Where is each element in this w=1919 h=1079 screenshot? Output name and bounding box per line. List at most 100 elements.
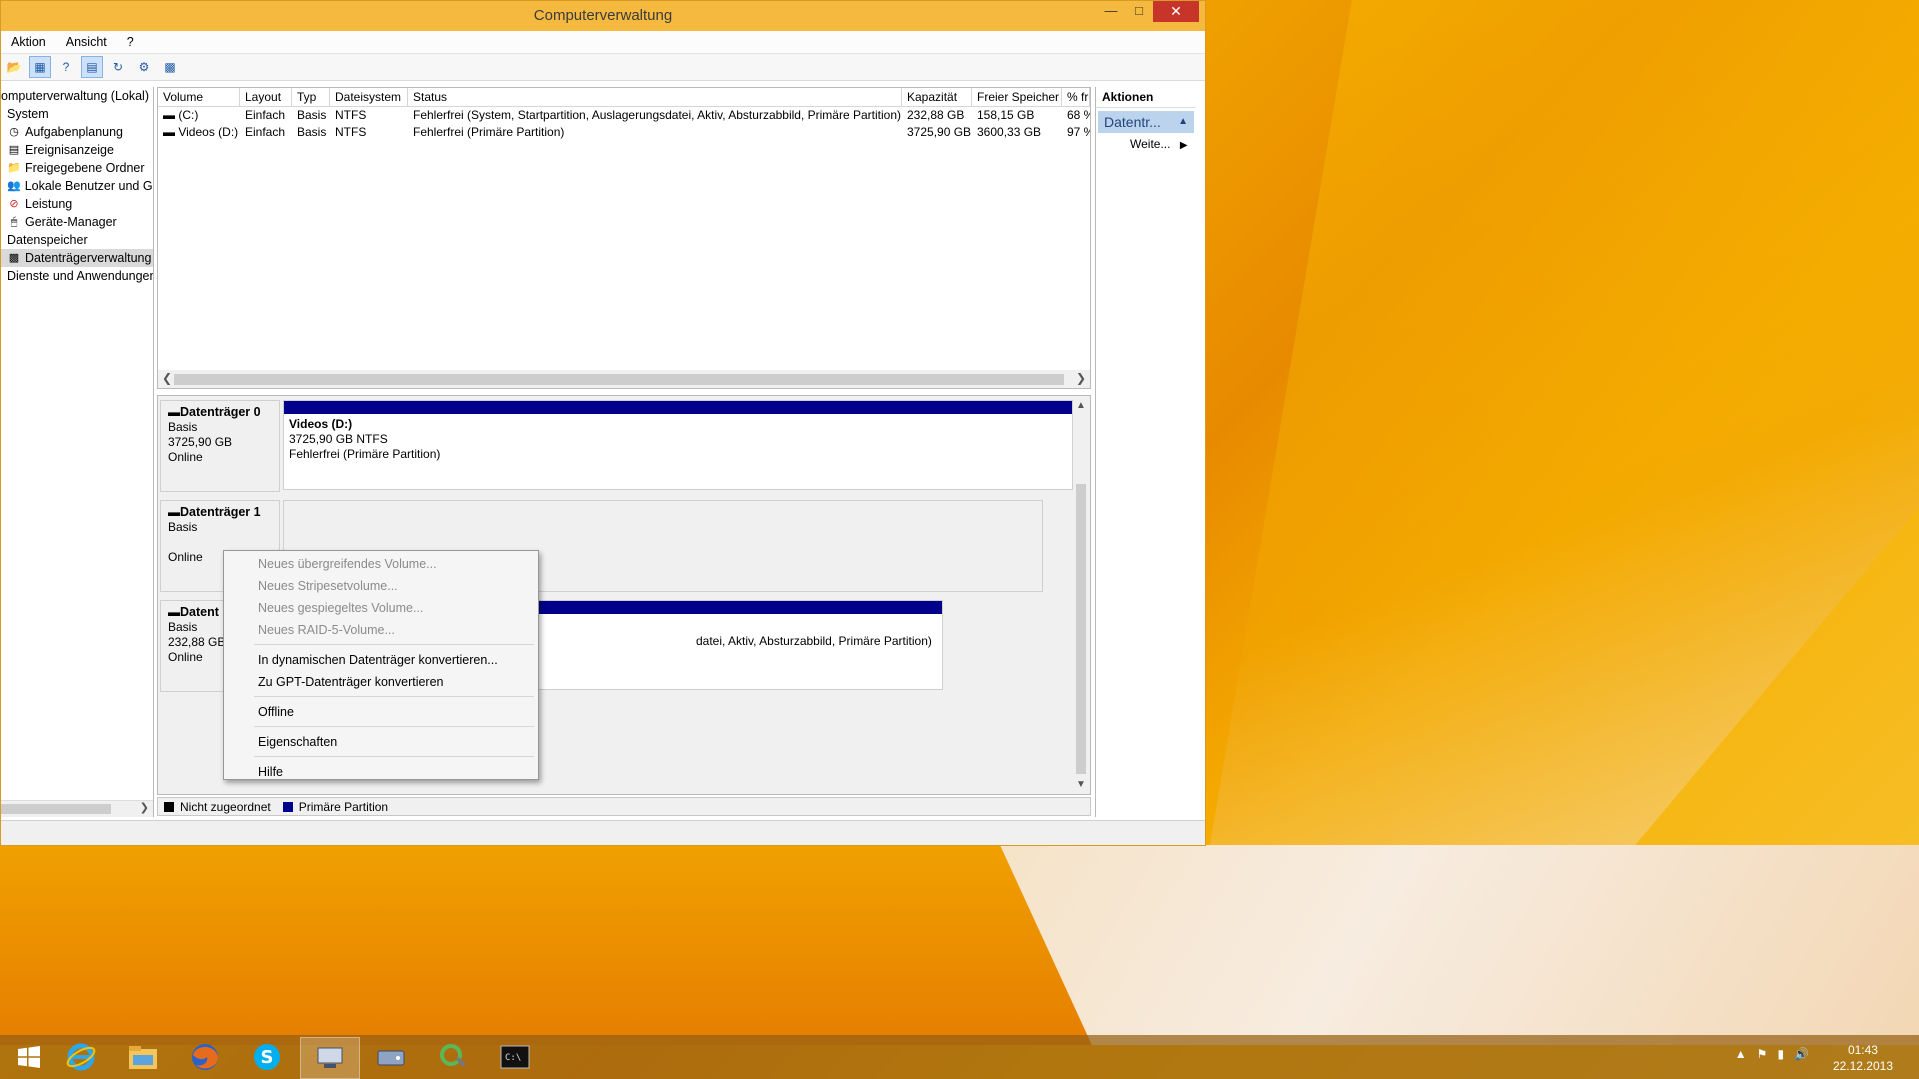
scroll-thumb[interactable] [1076,484,1086,774]
computer-management-taskbar-icon[interactable] [300,1037,360,1079]
chevron-right-icon[interactable]: ❯ [140,801,149,814]
menu-new-raid5-volume[interactable]: Neues RAID-5-Volume... [224,619,538,641]
legend: Nicht zugeordnet Primäre Partition [157,797,1091,816]
close-button[interactable]: ✕ [1153,1,1199,22]
action-pane-icon[interactable]: ▤ [81,56,103,78]
chevron-right-icon: ▶ [1179,140,1188,151]
primary-swatch [282,801,293,812]
col-capacity[interactable]: Kapazität [902,88,972,106]
svg-text:C:\: C:\ [505,1053,521,1063]
system-tray: ▲ ⚑ ▮ 🔊 [1735,1047,1809,1061]
skype-icon[interactable]: S [238,1037,296,1077]
device-manager-icon: 🖱 [10,216,18,228]
minimize-button[interactable]: — [1097,1,1125,23]
drive-icon: ▬ [163,125,175,139]
firefox-icon[interactable] [176,1037,234,1077]
col-percent-free[interactable]: % fre [1062,88,1090,106]
collapse-icon[interactable]: ▲ [1178,111,1188,133]
tree-disk-management[interactable]: ▩ Datenträgerverwaltung [1,249,153,267]
actions-more[interactable]: Weite... ▶ [1096,135,1196,153]
file-explorer-icon[interactable] [114,1037,172,1077]
tree-task-scheduler[interactable]: ◷ Aufgabenplanung [1,123,153,141]
scroll-thumb[interactable] [1,804,111,814]
menu-offline[interactable]: Offline [224,701,538,723]
tray-chevron-icon[interactable]: ▲ [1735,1047,1747,1061]
col-status[interactable]: Status [408,88,902,106]
disk-management-icon: ▩ [8,252,20,264]
context-menu: Neues übergreifendes Volume... Neues Str… [223,550,539,780]
tree-device-manager[interactable]: 🖱 Geräte-Manager [1,213,153,231]
volume-row[interactable]: ▬ (C:) Einfach Basis NTFS Fehlerfrei (Sy… [158,107,1090,124]
menu-separator [254,644,534,645]
clock-icon: ◷ [9,126,19,138]
start-button[interactable] [0,1037,58,1077]
tree-event-viewer[interactable]: ▤ Ereignisanzeige [1,141,153,159]
col-volume[interactable]: Volume [158,88,240,106]
disk-view-scrollbar[interactable]: ▲ ▼ [1074,400,1088,790]
actions-disk-management[interactable]: Datentr... ▲ [1098,111,1194,133]
col-layout[interactable]: Layout [240,88,292,106]
tree-shared-folders[interactable]: 📁 Freigegebene Ordner [1,159,153,177]
folder-up-icon[interactable]: 📂 [3,56,25,78]
menu-new-spanned-volume[interactable]: Neues übergreifendes Volume... [224,553,538,575]
tree-services[interactable]: Dienste und Anwendungen [1,267,153,285]
maximize-button[interactable]: □ [1125,1,1153,23]
windows-logo-icon [18,1046,40,1068]
volume-icon[interactable]: 🔊 [1794,1047,1809,1061]
volume-list: Volume Layout Typ Dateisystem Status Kap… [157,87,1091,389]
svg-text:S: S [261,1047,274,1068]
action-center-icon[interactable]: ⚑ [1757,1047,1768,1061]
command-prompt-icon[interactable]: C:\ [486,1037,544,1077]
primary-partition-bar [284,401,1072,414]
menu-convert-dynamic[interactable]: In dynamischen Datenträger konvertieren.… [224,649,538,671]
volume-list-header: Volume Layout Typ Dateisystem Status Kap… [158,88,1090,107]
refresh-icon[interactable]: ↻ [107,56,129,78]
menu-separator [254,726,534,727]
menu-properties[interactable]: Eigenschaften [224,731,538,753]
col-filesystem[interactable]: Dateisystem [330,88,408,106]
disk-utility-icon[interactable] [362,1037,420,1077]
chevron-up-icon[interactable]: ▲ [1076,400,1086,411]
menu-new-striped-volume[interactable]: Neues Stripesetvolume... [224,575,538,597]
chevron-left-icon[interactable]: ❮ [162,371,172,385]
volume-list-scrollbar[interactable]: ❮ ❯ [158,370,1090,388]
tree-system[interactable]: System [1,105,153,123]
tree-horizontal-scrollbar[interactable]: ❯ [1,800,153,817]
title-bar[interactable]: Computerverwaltung — □ ✕ [1,1,1205,31]
console-tree-icon[interactable]: ▦ [29,56,51,78]
tree-performance[interactable]: ⊘ Leistung [1,195,153,213]
chevron-down-icon[interactable]: ▼ [1076,779,1086,790]
scroll-thumb[interactable] [174,374,1064,385]
chevron-right-icon[interactable]: ❯ [1076,371,1086,385]
clock[interactable]: 01:43 22.12.2013 [1833,1042,1893,1074]
disk-icon[interactable]: ▩ [159,56,181,78]
tree-storage[interactable]: Datenspeicher [1,231,153,249]
menu-separator [254,756,534,757]
performance-icon: ⊘ [9,198,19,210]
menu-separator [254,696,534,697]
help-icon[interactable]: ? [55,56,77,78]
menu-help[interactable]: Hilfe [224,761,538,783]
computer-management-window: Computerverwaltung — □ ✕ Aktion Ansicht … [0,0,1206,846]
col-free-space[interactable]: Freier Speicher [972,88,1062,106]
col-type[interactable]: Typ [292,88,330,106]
menu-ansicht[interactable]: Ansicht [56,35,117,49]
menu-help[interactable]: ? [117,35,144,49]
disk-icon: ▬ [168,405,180,419]
partition-videos[interactable]: Videos (D:) 3725,90 GB NTFS Fehlerfrei (… [283,400,1073,490]
window-title: Computerverwaltung [533,7,673,24]
tree-root[interactable]: omputerverwaltung (Lokal) [1,87,153,105]
internet-explorer-icon[interactable] [52,1037,110,1077]
menu-convert-gpt[interactable]: Zu GPT-Datenträger konvertieren [224,671,538,693]
tool-app-icon[interactable] [424,1037,482,1077]
volume-row[interactable]: ▬ Videos (D:) Einfach Basis NTFS Fehlerf… [158,124,1090,141]
wallpaper-light [1000,845,1919,1045]
tree-local-users[interactable]: 👥 Lokale Benutzer und Gr [1,177,153,195]
menu-aktion[interactable]: Aktion [1,35,56,49]
properties-icon[interactable]: ⚙ [133,56,155,78]
disk-0-info[interactable]: ▬Datenträger 0 Basis 3725,90 GB Online [160,400,280,492]
network-icon[interactable]: ▮ [1777,1047,1784,1061]
menu-new-mirrored-volume[interactable]: Neues gespiegeltes Volume... [224,597,538,619]
actions-header: Aktionen [1096,87,1196,108]
users-icon: 👥 [7,180,21,192]
